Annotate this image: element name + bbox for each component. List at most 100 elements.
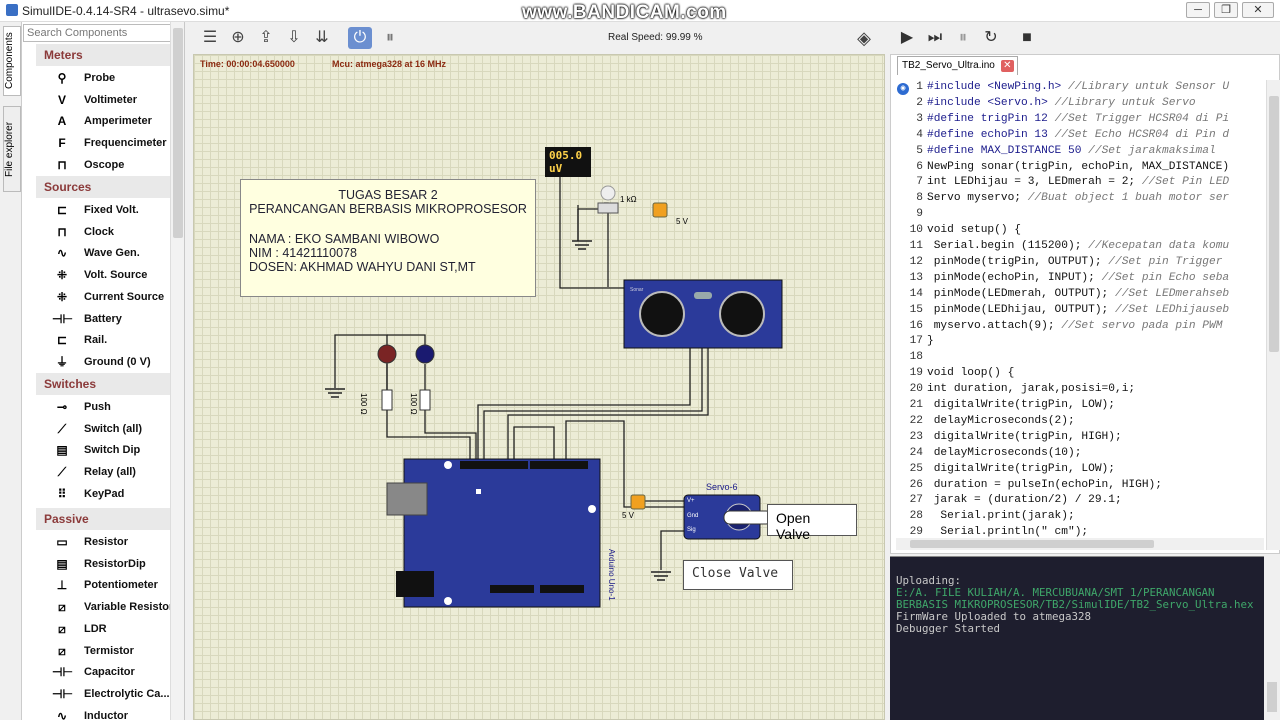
line-number: 4: [916, 128, 923, 141]
close-tab-icon[interactable]: ✕: [1000, 60, 1014, 72]
info-icon[interactable]: ◈: [852, 27, 876, 49]
editor-hscrollbar[interactable]: [896, 538, 1264, 550]
palette-item-label: Clock: [84, 225, 114, 238]
line-number: 13: [909, 271, 923, 284]
voltmeter-display[interactable]: 005.0 uV: [545, 147, 591, 177]
probe-icon: ⚲: [57, 71, 67, 85]
category-sources[interactable]: Sources: [36, 176, 184, 198]
ammeter-icon: A: [57, 114, 67, 129]
line-number: 6: [916, 160, 923, 173]
voltmeter-icon: V: [57, 92, 66, 107]
circuit-canvas[interactable]: Time: 00:00:04.650000 Mcu: atmega328 at …: [193, 54, 885, 720]
new-circuit-icon[interactable]: ⊕: [226, 27, 250, 49]
maximize-button[interactable]: ❐: [1214, 2, 1238, 18]
code-line: delayMicroseconds(10);: [927, 446, 1082, 459]
palette-item-label: Oscope: [84, 158, 125, 171]
code-area[interactable]: ◉ 1 #include <NewPing.h> //Library untuk …: [895, 81, 1265, 541]
fixed-volt-icon: ⊏: [56, 203, 68, 217]
save-circuit-icon[interactable]: ⇩: [282, 27, 306, 49]
potentiometer[interactable]: [597, 202, 619, 214]
code-line: NewPing sonar(trigPin, echoPin, MAX_DIST…: [927, 160, 1230, 173]
console-scrollbar[interactable]: [1264, 556, 1280, 720]
open-circuit-icon[interactable]: ⇪: [254, 27, 278, 49]
save-as-icon[interactable]: ⇊: [310, 27, 334, 49]
resistor-2-label: 100 Ω: [409, 393, 418, 415]
code-line: #define trigPin 12 //Set Trigger HCSR04 …: [927, 112, 1230, 125]
tab-components[interactable]: Components: [3, 26, 21, 96]
line-number: 23: [909, 430, 923, 443]
resistor-1[interactable]: [381, 389, 393, 411]
current-source-icon: ⁜: [56, 289, 68, 304]
led-blue[interactable]: [415, 344, 435, 364]
reset-icon[interactable]: ↻: [980, 27, 1002, 49]
line-number: 9: [916, 208, 923, 221]
editor-vscroll-thumb[interactable]: [1269, 96, 1279, 352]
code-line: }: [927, 335, 934, 348]
palette-item-label: Inductor: [84, 709, 128, 720]
code-line: #define echoPin 13 //Set Echo HCSR04 di …: [927, 128, 1230, 141]
fixed-volt-2[interactable]: [630, 494, 646, 510]
capacitor-icon: ⊣⊢: [52, 665, 73, 680]
close-valve-label: Close Valve: [683, 560, 793, 590]
palette-item-label: Frequencimeter: [84, 137, 167, 150]
code-line: Servo myservo; //Buat object 1 buah moto…: [927, 192, 1230, 205]
rail-icon: ⊏: [56, 333, 68, 348]
code-line: void setup() {: [927, 224, 1021, 237]
resistor-icon: ▭: [56, 535, 68, 549]
line-number: 21: [909, 399, 923, 411]
open-valve-label: Open Valve: [767, 504, 857, 542]
palette-scrollbar[interactable]: [170, 22, 184, 720]
tab-file[interactable]: TB2_Servo_Ultra.ino ✕: [897, 56, 1018, 75]
category-switches[interactable]: Switches: [36, 373, 184, 395]
menu-icon[interactable]: ☰: [198, 27, 222, 49]
sonar-label: Sonar: [630, 287, 644, 293]
resistor-dip-icon: ▤: [56, 556, 68, 571]
editor-hscroll-thumb[interactable]: [910, 540, 1154, 548]
battery-icon: ⊣⊢: [52, 311, 73, 326]
category-passive[interactable]: Passive: [36, 508, 184, 530]
code-line: #define MAX_DISTANCE 50 //Set jarakmaksi…: [927, 144, 1216, 157]
editor-vscrollbar[interactable]: [1266, 80, 1280, 550]
console-line: Debugger Started: [896, 622, 1001, 635]
console-scroll-thumb[interactable]: [1267, 682, 1277, 712]
code-line: pinMode(LEDmerah, OUTPUT); //Set LEDmera…: [927, 287, 1230, 300]
pause-sim-icon[interactable]: ⏸: [378, 27, 402, 49]
source-label-2: 5 V: [622, 511, 635, 520]
note-line-3: NAMA : EKO SAMBANI WIBOWO: [249, 232, 440, 246]
tab-file-label: TB2_Servo_Ultra.ino: [902, 60, 995, 71]
step-icon[interactable]: ⏭: [924, 27, 946, 49]
category-meters[interactable]: Meters: [36, 44, 184, 66]
code-line: pinMode(trigPin, OUTPUT); //Set pin Trig…: [927, 255, 1223, 268]
volt-source-icon: ⁜: [56, 268, 68, 283]
code-editor[interactable]: TB2_Servo_Ultra.ino ✕ ◉ 1 #include <NewPi…: [890, 54, 1280, 554]
fixed-volt-1[interactable]: [652, 202, 668, 218]
resistor-2[interactable]: [419, 389, 431, 411]
search-input[interactable]: Search Components: [23, 24, 183, 42]
minimize-button[interactable]: ─: [1186, 2, 1210, 18]
window-title: SimulIDE-0.4.14-SR4 - ultrasevo.simu*: [22, 4, 230, 18]
power-on-icon[interactable]: ⏻: [348, 27, 372, 49]
palette-item-label: Fixed Volt.: [84, 204, 139, 216]
code-line: #include <Servo.h> //Library untuk Servo: [927, 96, 1196, 109]
code-line: int duration, jarak,posisi=0,i;: [927, 383, 1136, 396]
line-number: 20: [909, 383, 923, 396]
code-line: digitalWrite(trigPin, LOW);: [927, 399, 1115, 411]
palette-scroll-thumb[interactable]: [173, 28, 183, 238]
led-red[interactable]: [377, 344, 397, 364]
servo-name: Servo-6: [706, 482, 738, 492]
line-number: 7: [916, 176, 923, 189]
component-palette: Search Components Meters ⚲ Probe V Voltimete…: [22, 22, 185, 720]
wave-gen-icon: ∿: [56, 246, 68, 261]
run-icon[interactable]: ▶: [896, 27, 918, 49]
pause-icon[interactable]: ⏸: [952, 27, 974, 49]
stop-icon[interactable]: ■: [1016, 27, 1038, 49]
editor-toolbar: ▶ ⏭ ⏸ ↻ ■: [890, 22, 1280, 54]
close-button[interactable]: ✕: [1242, 2, 1274, 18]
servo-pin-v: V+: [687, 498, 695, 504]
palette-item-label: Rail.: [84, 334, 108, 347]
line-number: 14: [909, 287, 923, 300]
line-number: 22: [909, 414, 923, 427]
tab-file-explorer[interactable]: File explorer: [3, 106, 21, 192]
note-line-2: PERANCANGAN BERBASIS MIKROPROSESOR: [249, 202, 527, 216]
palette-item-label: Resistor: [84, 536, 129, 548]
